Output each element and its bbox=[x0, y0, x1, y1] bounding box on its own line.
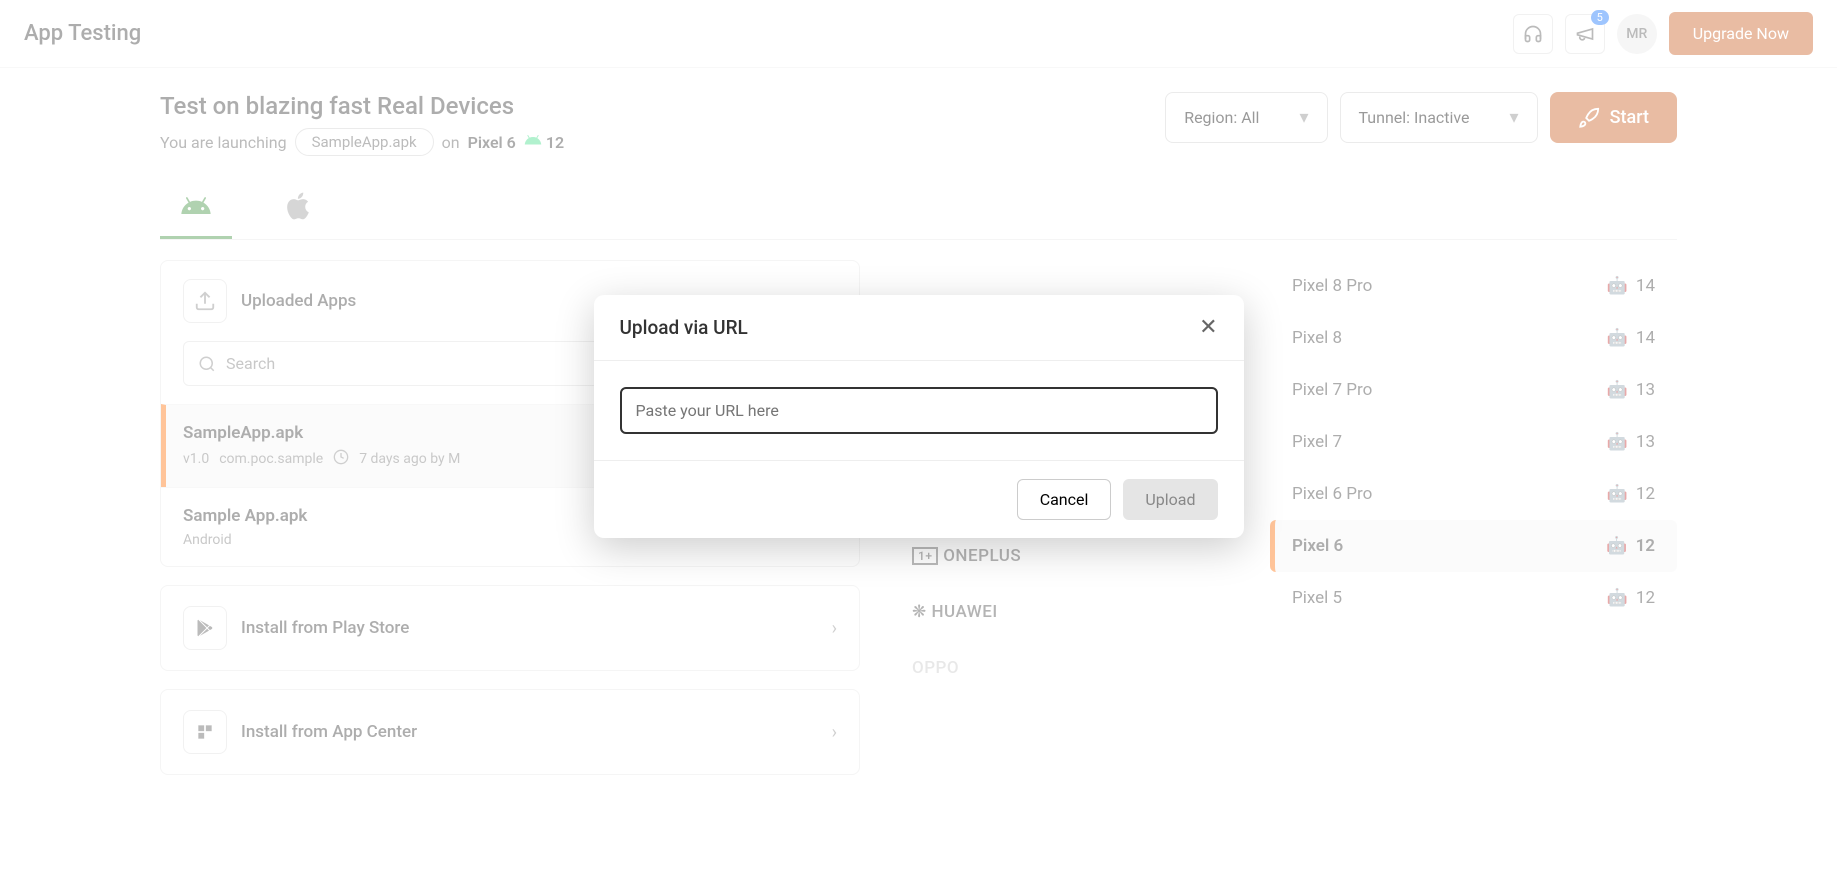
modal-overlay: Upload via URL ✕ Cancel Upload bbox=[0, 0, 1837, 885]
close-button[interactable]: ✕ bbox=[1199, 315, 1217, 340]
modal-title: Upload via URL bbox=[620, 316, 748, 339]
upload-url-modal: Upload via URL ✕ Cancel Upload bbox=[594, 295, 1244, 538]
cancel-button[interactable]: Cancel bbox=[1017, 479, 1112, 520]
url-input[interactable] bbox=[620, 387, 1218, 434]
upload-button[interactable]: Upload bbox=[1123, 479, 1217, 520]
close-icon: ✕ bbox=[1199, 315, 1217, 340]
